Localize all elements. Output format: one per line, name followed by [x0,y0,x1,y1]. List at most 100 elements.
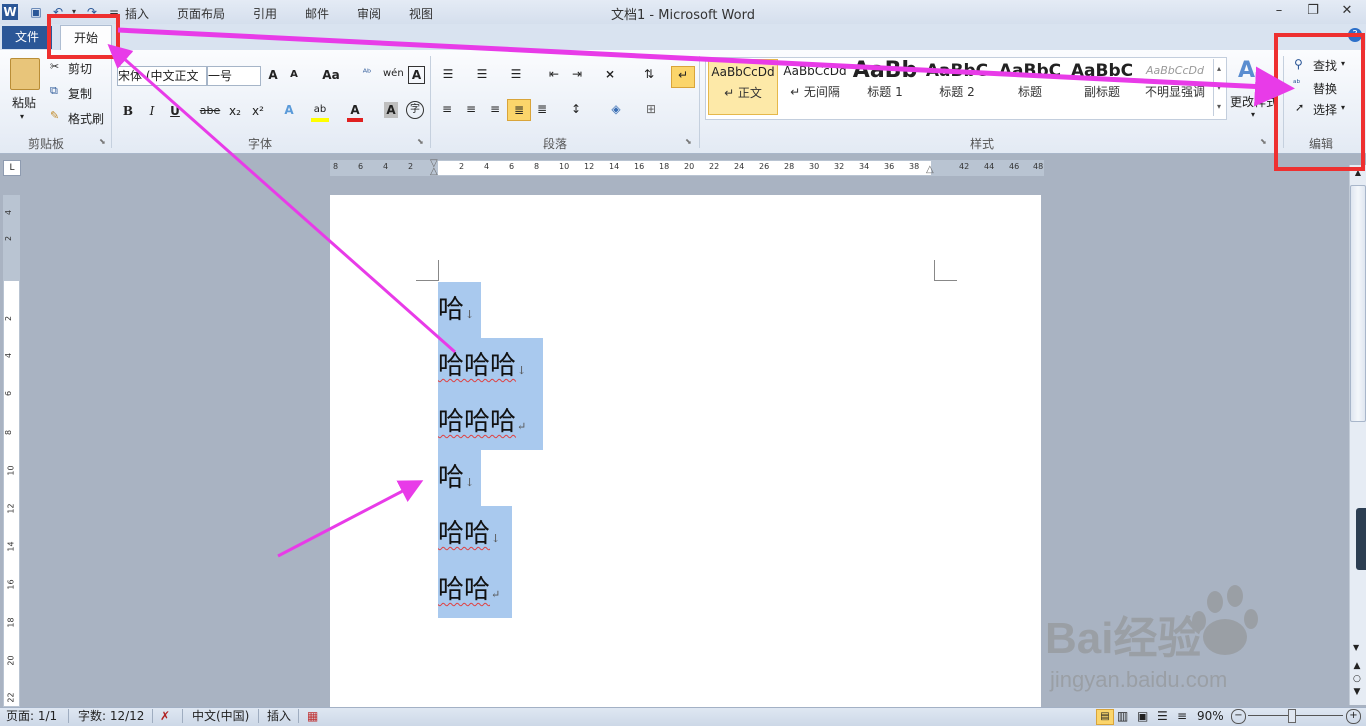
tab-file[interactable]: 文件 [2,26,52,49]
tab-insert[interactable]: 插入 [125,5,149,23]
font-launcher-icon[interactable]: ⬊ [417,137,424,146]
paragraph-launcher-icon[interactable]: ⬊ [685,137,692,146]
subscript-button[interactable]: x₂ [226,103,244,119]
style-normal[interactable]: AaBbCcDd ↵ 正文 [708,59,778,115]
underline-button[interactable]: U [168,103,182,119]
style-subtle-emphasis[interactable]: AaBbCcDd 不明显强调 [1139,59,1211,113]
borders-icon[interactable]: ⊞ [641,101,661,117]
ruler-tick-label: 6 [358,162,364,171]
italic-button[interactable]: I [145,103,159,119]
full-screen-reading-icon[interactable]: ▥ [1117,709,1128,724]
justify-icon[interactable]: ≣ [507,99,531,121]
highlight-icon[interactable]: ab [311,102,329,122]
decrease-indent-icon[interactable]: ⇤ [545,66,563,82]
indent-marker-icon[interactable]: ▽ △ [430,159,438,177]
zoom-in-icon[interactable]: + [1346,709,1361,724]
paste-icon[interactable] [10,58,40,90]
right-indent-icon[interactable]: △ [926,164,934,175]
gallery-scroll-icon[interactable]: ▴ ▾ ▾ [1213,59,1224,116]
document-line[interactable]: 哈哈哈↵ [438,394,543,450]
chinese-layout-icon[interactable]: ⨯ [600,66,620,82]
style-title[interactable]: AaBbC 标题 [995,59,1065,113]
restore-icon[interactable]: ❐ [1300,2,1326,20]
tab-view[interactable]: 视图 [409,5,433,23]
zoom-out-icon[interactable]: − [1231,709,1246,724]
zoom-slider-thumb[interactable] [1288,709,1296,723]
bullets-icon[interactable]: ☰ [438,66,458,82]
bold-button[interactable]: B [121,103,135,119]
format-painter-icon[interactable]: ✎ [50,109,59,122]
strikethrough-button[interactable]: abe [198,103,222,119]
numbering-icon[interactable]: ☰ [472,66,492,82]
grow-font-icon[interactable]: A [265,67,281,83]
font-color-icon[interactable]: A [347,102,363,122]
change-styles-dropdown-icon[interactable]: ▾ [1251,110,1255,119]
line-spacing-icon[interactable]: ↕ [566,101,586,117]
minimize-icon[interactable]: – [1266,2,1292,20]
copy-button[interactable]: 复制 [68,85,92,102]
change-styles-icon[interactable]: A [1238,58,1255,83]
scissors-icon[interactable]: ✂ [50,60,59,73]
align-center-icon[interactable]: ≡ [462,101,480,117]
increase-indent-icon[interactable]: ⇥ [568,66,586,82]
font-name-combo[interactable]: 宋体 (中文正文 [117,66,207,86]
char-border-icon[interactable]: A [408,66,425,84]
cut-button[interactable]: 剪切 [68,60,92,77]
document-line[interactable]: 哈↓ [438,450,481,506]
paste-button[interactable]: 粘贴 [12,94,36,111]
style-heading-2[interactable]: AaBbC 标题 2 [922,59,992,113]
zoom-level[interactable]: 90% [1197,709,1224,724]
enclose-char-icon[interactable]: 字 [406,101,424,119]
style-name: 不明显强调 [1144,85,1205,99]
document-line[interactable]: 哈哈↵ [438,562,512,618]
web-layout-icon[interactable]: ▣ [1137,709,1148,724]
tab-page-layout[interactable]: 页面布局 [177,5,225,23]
macro-record-icon[interactable]: ▦ [307,709,318,724]
clear-format-icon[interactable]: ᴬᵇ [358,66,376,82]
tab-references[interactable]: 引用 [253,5,277,23]
shading-icon[interactable]: ◈ [606,101,626,117]
insert-mode[interactable]: 插入 [267,709,291,724]
multilevel-list-icon[interactable]: ☰ [506,66,526,82]
word-count[interactable]: 字数: 12/12 [78,709,144,724]
draft-icon[interactable]: ≡ [1177,709,1187,724]
style-heading-1[interactable]: AaBb 标题 1 [852,59,918,113]
tab-mailings[interactable]: 邮件 [305,5,329,23]
sort-icon[interactable]: ⇅ [640,66,658,82]
style-no-spacing[interactable]: AaBbCcDd ↵ 无间隔 [780,59,850,113]
char-shading-icon[interactable]: A [384,102,398,118]
outline-icon[interactable]: ☰ [1157,709,1168,724]
text-effects-icon[interactable]: A [281,102,297,118]
tab-review[interactable]: 审阅 [357,5,381,23]
scroll-down-icon[interactable]: ▼ [1353,643,1359,652]
styles-launcher-icon[interactable]: ⬊ [1260,137,1267,146]
language-indicator[interactable]: 中文(中国) [192,709,249,724]
scroll-thumb[interactable] [1350,185,1366,422]
document-line[interactable]: 哈↓ [438,282,481,338]
align-right-icon[interactable]: ≡ [486,101,504,117]
phonetic-guide-icon[interactable]: wén [383,66,404,82]
style-subtitle[interactable]: AaBbC 副标题 [1067,59,1137,113]
document-line[interactable]: 哈哈↓ [438,506,512,562]
copy-icon[interactable]: ⧉ [50,84,58,98]
close-icon[interactable]: ✕ [1334,2,1360,20]
change-styles-button[interactable]: 更改样式 [1230,93,1274,110]
vertical-ruler[interactable]: 4 2 2 4 6 8 10 12 14 16 18 20 22 [3,195,20,707]
proofing-icon[interactable]: ✗ [160,709,170,724]
shrink-font-icon[interactable]: A [287,67,301,83]
change-case-icon[interactable]: Aa [318,67,344,83]
clipboard-launcher-icon[interactable]: ⬊ [99,137,106,146]
side-handle[interactable] [1356,508,1366,570]
show-marks-icon[interactable]: ↵ [671,66,695,88]
paste-dropdown-icon[interactable]: ▾ [20,112,24,121]
print-layout-icon[interactable]: ▤ [1096,709,1114,725]
format-painter-button[interactable]: 格式刷 [68,110,104,127]
document-line[interactable]: 哈哈哈↓ [438,338,543,394]
browse-object-icon[interactable]: ▲ ○ ▼ [1353,660,1361,699]
distributed-icon[interactable]: ≣ [533,101,551,117]
align-left-icon[interactable]: ≡ [438,101,456,117]
page-count[interactable]: 页面: 1/1 [6,709,57,724]
tab-selector-icon[interactable]: L [3,160,21,176]
font-size-combo[interactable]: 一号 [207,66,261,86]
superscript-button[interactable]: x² [249,103,267,119]
